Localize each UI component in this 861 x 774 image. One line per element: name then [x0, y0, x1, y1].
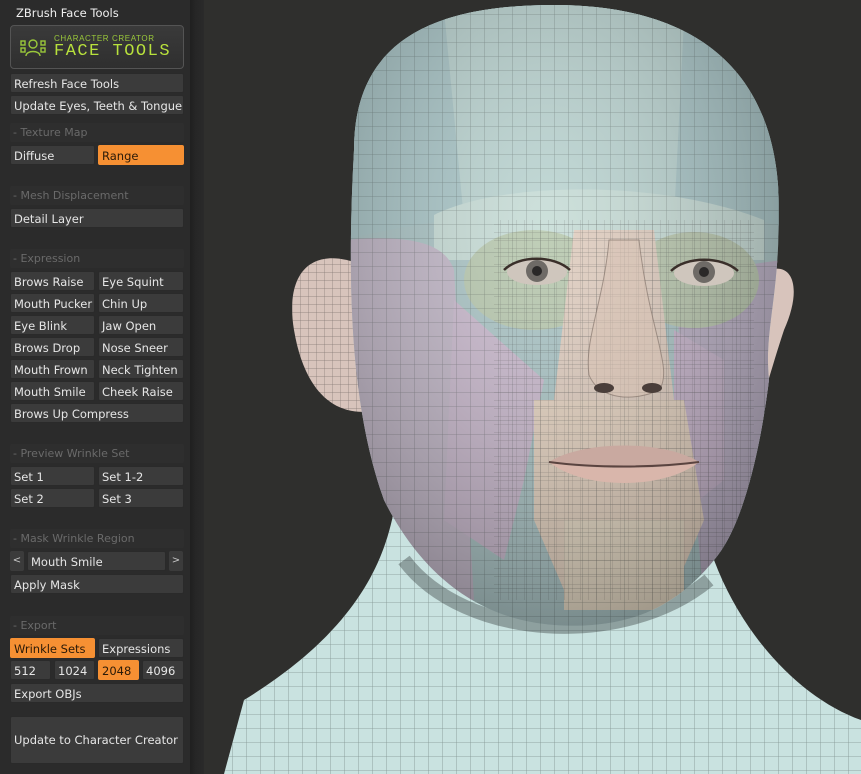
update-to-character-creator-button[interactable]: Update to Character Creator	[10, 716, 184, 764]
preview-wrinkle-set-header[interactable]: - Preview Wrinkle Set	[10, 444, 184, 463]
set-1-2-button[interactable]: Set 1-2	[98, 466, 184, 486]
size-512-button[interactable]: 512	[10, 660, 51, 680]
mouth-pucker-button[interactable]: Mouth Pucker	[10, 293, 95, 313]
mouth-smile-button[interactable]: Mouth Smile	[10, 381, 95, 401]
chin-up-button[interactable]: Chin Up	[98, 293, 184, 313]
head-mesh-render	[224, 5, 861, 774]
panel-scroll-divider[interactable]	[190, 0, 204, 774]
previous-region-button[interactable]: <	[10, 551, 24, 571]
texture-map-header[interactable]: - Texture Map	[10, 123, 184, 142]
brows-raise-button[interactable]: Brows Raise	[10, 271, 95, 291]
detail-layer-button[interactable]: Detail Layer	[10, 208, 184, 228]
update-eyes-teeth-tongue-button[interactable]: Update Eyes, Teeth & Tongue	[10, 95, 184, 115]
cheek-raise-button[interactable]: Cheek Raise	[98, 381, 184, 401]
eye-blink-button[interactable]: Eye Blink	[10, 315, 95, 335]
expressions-button[interactable]: Expressions	[98, 638, 184, 658]
jaw-open-button[interactable]: Jaw Open	[98, 315, 184, 335]
size-4096-button[interactable]: 4096	[142, 660, 184, 680]
expression-header[interactable]: - Expression	[10, 249, 184, 268]
set-3-button[interactable]: Set 3	[98, 488, 184, 508]
set-1-button[interactable]: Set 1	[10, 466, 95, 486]
export-header[interactable]: - Export	[10, 616, 184, 635]
logo-line-2: FACE TOOLS	[54, 41, 172, 61]
diffuse-button[interactable]: Diffuse	[10, 145, 95, 165]
next-region-button[interactable]: >	[169, 551, 183, 571]
head-mesh	[350, 5, 780, 626]
range-button[interactable]: Range	[98, 145, 184, 165]
refresh-face-tools-button[interactable]: Refresh Face Tools	[10, 73, 184, 93]
nose-sneer-button[interactable]: Nose Sneer	[98, 337, 184, 357]
export-objs-button[interactable]: Export OBJs	[10, 683, 184, 703]
brows-up-compress-button[interactable]: Brows Up Compress	[10, 403, 184, 423]
apply-mask-button[interactable]: Apply Mask	[10, 574, 184, 594]
neck-tighten-button[interactable]: Neck Tighten	[98, 359, 184, 379]
set-2-button[interactable]: Set 2	[10, 488, 95, 508]
3d-viewport[interactable]	[204, 0, 861, 774]
size-1024-button[interactable]: 1024	[54, 660, 95, 680]
panel-title: ZBrush Face Tools	[16, 6, 119, 20]
mouth-frown-button[interactable]: Mouth Frown	[10, 359, 95, 379]
eye-squint-button[interactable]: Eye Squint	[98, 271, 184, 291]
face-tools-logo: CHARACTER CREATOR FACE TOOLS	[10, 25, 184, 69]
face-tools-logo-icon	[20, 39, 46, 57]
size-2048-button[interactable]: 2048	[98, 660, 139, 680]
face-tools-panel: ZBrush Face Tools CHARACTER CREATOR FACE…	[0, 0, 190, 774]
wrinkle-sets-button[interactable]: Wrinkle Sets	[10, 638, 95, 658]
brows-drop-button[interactable]: Brows Drop	[10, 337, 95, 357]
mesh-displacement-header[interactable]: - Mesh Displacement	[10, 186, 184, 205]
wrinkle-region-selector[interactable]: Mouth Smile	[27, 551, 166, 571]
mask-wrinkle-region-header[interactable]: - Mask Wrinkle Region	[10, 529, 184, 548]
